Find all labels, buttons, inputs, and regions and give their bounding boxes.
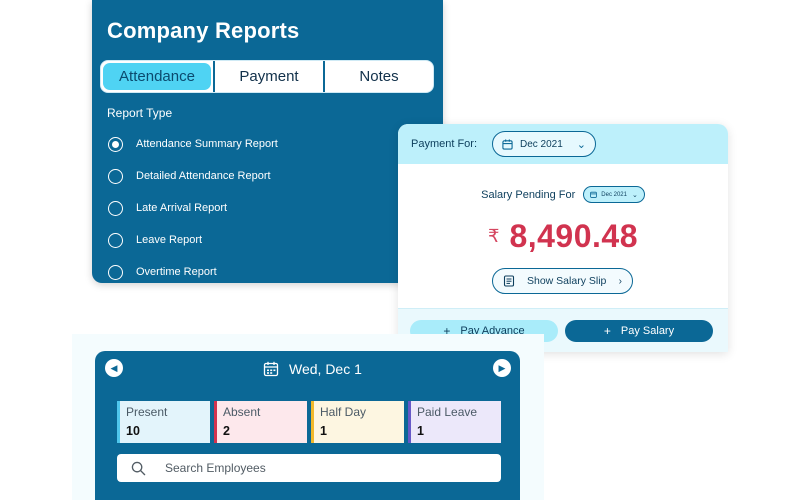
previous-day-button[interactable]: ◀ — [105, 359, 123, 377]
salary-amount-row: ₹ 8,490.48 — [398, 218, 728, 255]
attendance-card: ◀ Wed, Dec 1 ▶ Present 10 Absent 2 Half … — [95, 351, 520, 500]
stat-tile-paid-leave[interactable]: Paid Leave 1 — [408, 401, 501, 443]
calendar-icon — [502, 138, 513, 150]
stat-label: Absent — [223, 405, 261, 419]
tab-payment[interactable]: Payment — [213, 61, 323, 92]
plus-icon: + — [603, 324, 611, 338]
report-option-label: Late Arrival Report — [136, 202, 228, 214]
salary-pending-row: Salary Pending For Dec 2021 ⌄ — [398, 186, 728, 203]
stat-tile-present[interactable]: Present 10 — [117, 401, 210, 443]
stat-label: Present — [126, 405, 168, 419]
calendar-icon — [263, 361, 279, 377]
report-type-label: Report Type — [107, 106, 173, 120]
report-option-leave[interactable]: Leave Report — [108, 224, 278, 256]
radio-unselected-icon[interactable] — [108, 264, 123, 280]
pending-month-selector[interactable]: Dec 2021 ⌄ — [583, 186, 645, 203]
attendance-stats: Present 10 Absent 2 Half Day 1 Paid Leav… — [117, 401, 501, 443]
currency-icon: ₹ — [487, 226, 500, 246]
chevron-down-icon: ⌄ — [576, 138, 586, 151]
attendance-date-label: Wed, Dec 1 — [289, 361, 362, 377]
search-icon — [131, 461, 146, 475]
stat-count: 1 — [320, 424, 327, 438]
stat-tile-absent[interactable]: Absent 2 — [214, 401, 307, 443]
radio-selected-icon[interactable] — [108, 136, 123, 152]
stat-label: Half Day — [320, 405, 367, 419]
show-salary-slip-label: Show Salary Slip — [527, 275, 607, 287]
stat-count: 1 — [417, 424, 424, 438]
report-type-list: Attendance Summary Report Detailed Atten… — [108, 128, 278, 288]
report-option-label: Overtime Report — [136, 266, 217, 278]
tab-notes[interactable]: Notes — [323, 61, 433, 92]
payment-card: Payment For: Dec 2021 ⌄ Salary Pending F… — [398, 124, 728, 352]
report-option-late-arrival[interactable]: Late Arrival Report — [108, 192, 278, 224]
pay-salary-label: Pay Salary — [620, 325, 675, 337]
report-option-label: Attendance Summary Report — [136, 138, 278, 150]
report-option-detailed-attendance[interactable]: Detailed Attendance Report — [108, 160, 278, 192]
stat-label: Paid Leave — [417, 405, 478, 419]
payment-for-label: Payment For: — [411, 138, 478, 150]
payment-month-selector[interactable]: Dec 2021 ⌄ — [492, 131, 596, 157]
show-salary-slip-button[interactable]: Show Salary Slip › — [492, 268, 633, 294]
radio-unselected-icon[interactable] — [108, 168, 123, 184]
chevron-right-icon: › — [618, 275, 622, 287]
stat-count: 10 — [126, 424, 140, 438]
document-icon — [503, 275, 515, 287]
report-option-overtime[interactable]: Overtime Report — [108, 256, 278, 288]
salary-pending-label: Salary Pending For — [481, 188, 576, 201]
calendar-icon — [590, 191, 598, 198]
tab-attendance[interactable]: Attendance — [103, 63, 211, 90]
report-option-attendance-summary[interactable]: Attendance Summary Report — [108, 128, 278, 160]
radio-unselected-icon[interactable] — [108, 200, 123, 216]
report-option-label: Leave Report — [136, 234, 203, 246]
search-placeholder: Search Employees — [165, 461, 266, 475]
chevron-right-icon: ▶ — [498, 362, 506, 373]
pay-salary-button[interactable]: + Pay Salary — [565, 320, 713, 342]
report-option-label: Detailed Attendance Report — [136, 170, 271, 182]
attendance-date[interactable]: Wed, Dec 1 — [263, 361, 362, 377]
company-reports-card: Company Reports Attendance Payment Notes… — [92, 0, 443, 283]
payment-month-value: Dec 2021 — [520, 138, 563, 150]
chevron-down-icon: ⌄ — [631, 191, 638, 199]
payment-header: Payment For: Dec 2021 ⌄ — [398, 124, 728, 164]
next-day-button[interactable]: ▶ — [493, 359, 511, 377]
search-employees-input[interactable]: Search Employees — [117, 454, 501, 482]
report-tabs: Attendance Payment Notes — [100, 60, 434, 93]
chevron-left-icon: ◀ — [110, 362, 118, 373]
radio-unselected-icon[interactable] — [108, 232, 123, 248]
reports-title: Company Reports — [107, 18, 300, 43]
stat-tile-half-day[interactable]: Half Day 1 — [311, 401, 404, 443]
salary-amount: 8,490.48 — [509, 218, 638, 254]
stat-count: 2 — [223, 424, 230, 438]
pending-month-value: Dec 2021 — [601, 191, 627, 198]
